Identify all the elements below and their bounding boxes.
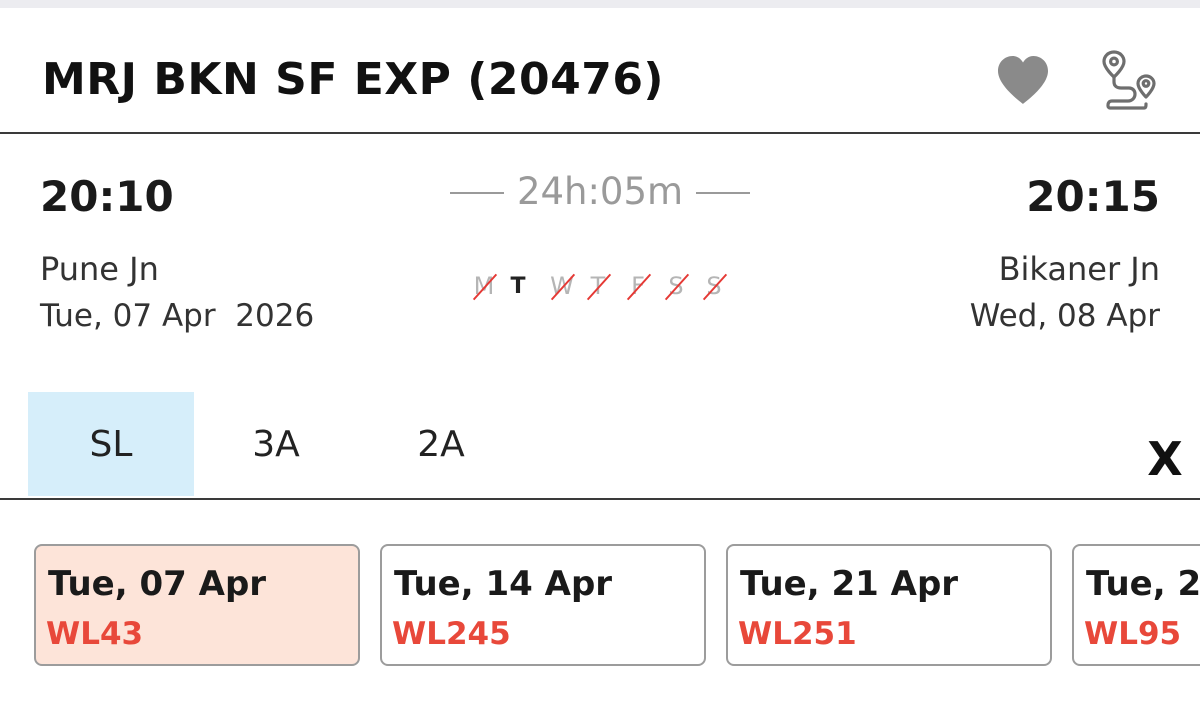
departure-time: 20:10 xyxy=(40,172,174,221)
day-tuesday: T xyxy=(504,274,532,299)
top-strip xyxy=(0,0,1200,8)
card-date: Tue, 21 Apr xyxy=(740,564,959,604)
duration-line-right xyxy=(696,192,750,194)
arrival-date: Wed, 08 Apr xyxy=(969,298,1160,334)
class-tabs: SL 3A 2A X xyxy=(0,390,1200,500)
card-date: Tue, 14 Apr xyxy=(394,564,613,604)
availability-card[interactable]: Tue, 28 Apr WL95 xyxy=(1072,544,1200,666)
day-friday: F xyxy=(624,272,652,301)
day-thursday: T xyxy=(584,272,612,301)
card-date: Tue, 28 Apr xyxy=(1086,564,1200,604)
close-button[interactable]: X xyxy=(1140,434,1190,484)
train-header: MRJ BKN SF EXP (20476) xyxy=(0,8,1200,134)
availability-card[interactable]: Tue, 21 Apr WL251 xyxy=(726,544,1052,666)
availability-list: Tue, 07 Apr WL43 Tue, 14 Apr WL245 Tue, … xyxy=(0,544,1200,668)
day-saturday: S xyxy=(662,272,690,301)
card-date: Tue, 07 Apr xyxy=(48,564,267,604)
tab-sl[interactable]: SL xyxy=(28,392,194,496)
train-detail-screen: MRJ BKN SF EXP (20476) 20:10 Pune Jn Tue… xyxy=(0,0,1200,712)
journey-duration: 24h:05m xyxy=(450,168,750,214)
departure-date: Tue, 07 Apr 2026 xyxy=(40,298,315,334)
departure-station: Pune Jn xyxy=(40,250,159,288)
tab-3a[interactable]: 3A xyxy=(193,392,359,496)
tab-2a[interactable]: 2A xyxy=(358,392,524,496)
day-wednesday: W xyxy=(548,272,576,301)
arrival-station: Bikaner Jn xyxy=(998,250,1160,288)
day-sunday: S xyxy=(700,272,728,301)
route-map-icon[interactable] xyxy=(1098,46,1164,112)
running-days: M T W T F S S xyxy=(466,268,736,308)
card-status: WL251 xyxy=(738,616,857,652)
card-status: WL43 xyxy=(46,616,144,652)
day-monday: M xyxy=(470,272,498,301)
availability-card[interactable]: Tue, 14 Apr WL245 xyxy=(380,544,706,666)
card-status: WL245 xyxy=(392,616,511,652)
train-title: MRJ BKN SF EXP (20476) xyxy=(42,54,665,105)
day-label: T xyxy=(510,274,526,299)
arrival-time: 20:15 xyxy=(1026,172,1160,221)
availability-card[interactable]: Tue, 07 Apr WL43 xyxy=(34,544,360,666)
heart-icon[interactable] xyxy=(994,52,1052,110)
card-status: WL95 xyxy=(1084,616,1182,652)
